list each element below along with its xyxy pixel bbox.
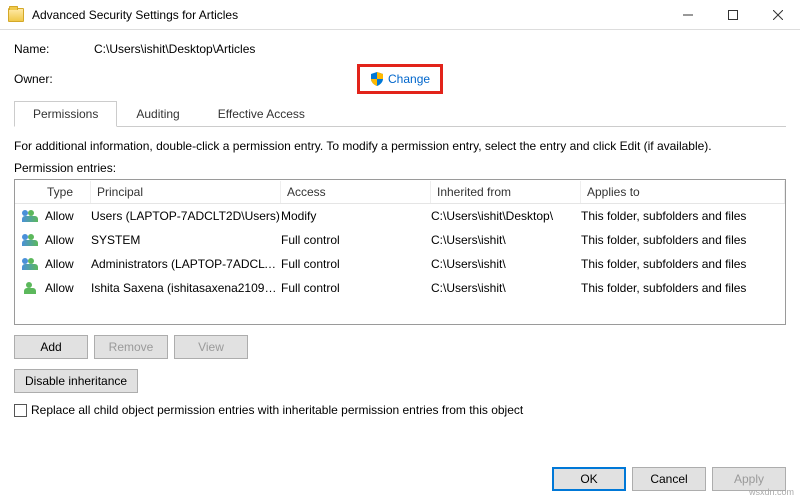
titlebar: Advanced Security Settings for Articles: [0, 0, 800, 30]
cell-principal: Users (LAPTOP-7ADCLT2D\Users): [91, 209, 281, 223]
group-icon: [22, 210, 38, 222]
owner-label: Owner:: [14, 72, 94, 86]
owner-row: Owner: Change: [14, 64, 786, 94]
group-icon: [22, 234, 38, 246]
name-row: Name: C:\Users\ishit\Desktop\Articles: [14, 42, 786, 56]
table-row[interactable]: AllowAdministrators (LAPTOP-7ADCLT…Full …: [15, 252, 785, 276]
cell-applies: This folder, subfolders and files: [581, 209, 785, 223]
cell-applies: This folder, subfolders and files: [581, 281, 785, 295]
permissions-table: Type Principal Access Inherited from App…: [14, 179, 786, 325]
cell-access: Full control: [281, 257, 431, 271]
name-value: C:\Users\ishit\Desktop\Articles: [94, 42, 255, 56]
cell-inherited: C:\Users\ishit\: [431, 257, 581, 271]
cell-type: Allow: [41, 281, 91, 295]
folder-icon: [8, 8, 24, 22]
name-label: Name:: [14, 42, 94, 56]
col-access[interactable]: Access: [281, 181, 431, 203]
tab-permissions[interactable]: Permissions: [14, 101, 117, 127]
col-applies[interactable]: Applies to: [581, 181, 785, 203]
cell-applies: This folder, subfolders and files: [581, 257, 785, 271]
watermark: wsxdn.com: [749, 487, 794, 497]
tab-effective-access[interactable]: Effective Access: [199, 101, 324, 127]
cell-inherited: C:\Users\ishit\Desktop\: [431, 209, 581, 223]
col-type[interactable]: Type: [41, 181, 91, 203]
table-header: Type Principal Access Inherited from App…: [15, 180, 785, 204]
replace-checkbox-label: Replace all child object permission entr…: [31, 403, 523, 417]
replace-checkbox[interactable]: [14, 404, 27, 417]
table-row[interactable]: AllowSYSTEMFull controlC:\Users\ishit\Th…: [15, 228, 785, 252]
cell-type: Allow: [41, 233, 91, 247]
add-button[interactable]: Add: [14, 335, 88, 359]
info-text: For additional information, double-click…: [14, 139, 786, 153]
ok-button[interactable]: OK: [552, 467, 626, 491]
group-icon: [22, 258, 38, 270]
change-link[interactable]: Change: [388, 72, 430, 86]
cell-access: Full control: [281, 233, 431, 247]
col-principal[interactable]: Principal: [91, 181, 281, 203]
view-button: View: [174, 335, 248, 359]
table-row[interactable]: AllowIshita Saxena (ishitasaxena2109…Ful…: [15, 276, 785, 300]
action-buttons: Add Remove View: [14, 335, 786, 359]
content-area: Name: C:\Users\ishit\Desktop\Articles Ow…: [0, 30, 800, 425]
window-controls: [665, 0, 800, 30]
remove-button: Remove: [94, 335, 168, 359]
cell-access: Modify: [281, 209, 431, 223]
cell-inherited: C:\Users\ishit\: [431, 233, 581, 247]
disable-inheritance-button[interactable]: Disable inheritance: [14, 369, 138, 393]
cell-access: Full control: [281, 281, 431, 295]
cell-type: Allow: [41, 209, 91, 223]
close-button[interactable]: [755, 0, 800, 30]
replace-checkbox-row[interactable]: Replace all child object permission entr…: [14, 403, 786, 417]
cell-principal: Ishita Saxena (ishitasaxena2109…: [91, 281, 281, 295]
shield-icon: [370, 72, 384, 86]
cell-inherited: C:\Users\ishit\: [431, 281, 581, 295]
col-inherited[interactable]: Inherited from: [431, 181, 581, 203]
tabs: Permissions Auditing Effective Access: [14, 100, 786, 127]
minimize-button[interactable]: [665, 0, 710, 30]
tab-auditing[interactable]: Auditing: [117, 101, 198, 127]
window-title: Advanced Security Settings for Articles: [32, 8, 665, 22]
cell-principal: SYSTEM: [91, 233, 281, 247]
table-row[interactable]: AllowUsers (LAPTOP-7ADCLT2D\Users)Modify…: [15, 204, 785, 228]
change-highlight: Change: [357, 64, 443, 94]
cell-principal: Administrators (LAPTOP-7ADCLT…: [91, 257, 281, 271]
user-icon: [22, 282, 38, 294]
entries-label: Permission entries:: [14, 161, 786, 175]
cell-type: Allow: [41, 257, 91, 271]
cell-applies: This folder, subfolders and files: [581, 233, 785, 247]
maximize-button[interactable]: [710, 0, 755, 30]
cancel-button[interactable]: Cancel: [632, 467, 706, 491]
